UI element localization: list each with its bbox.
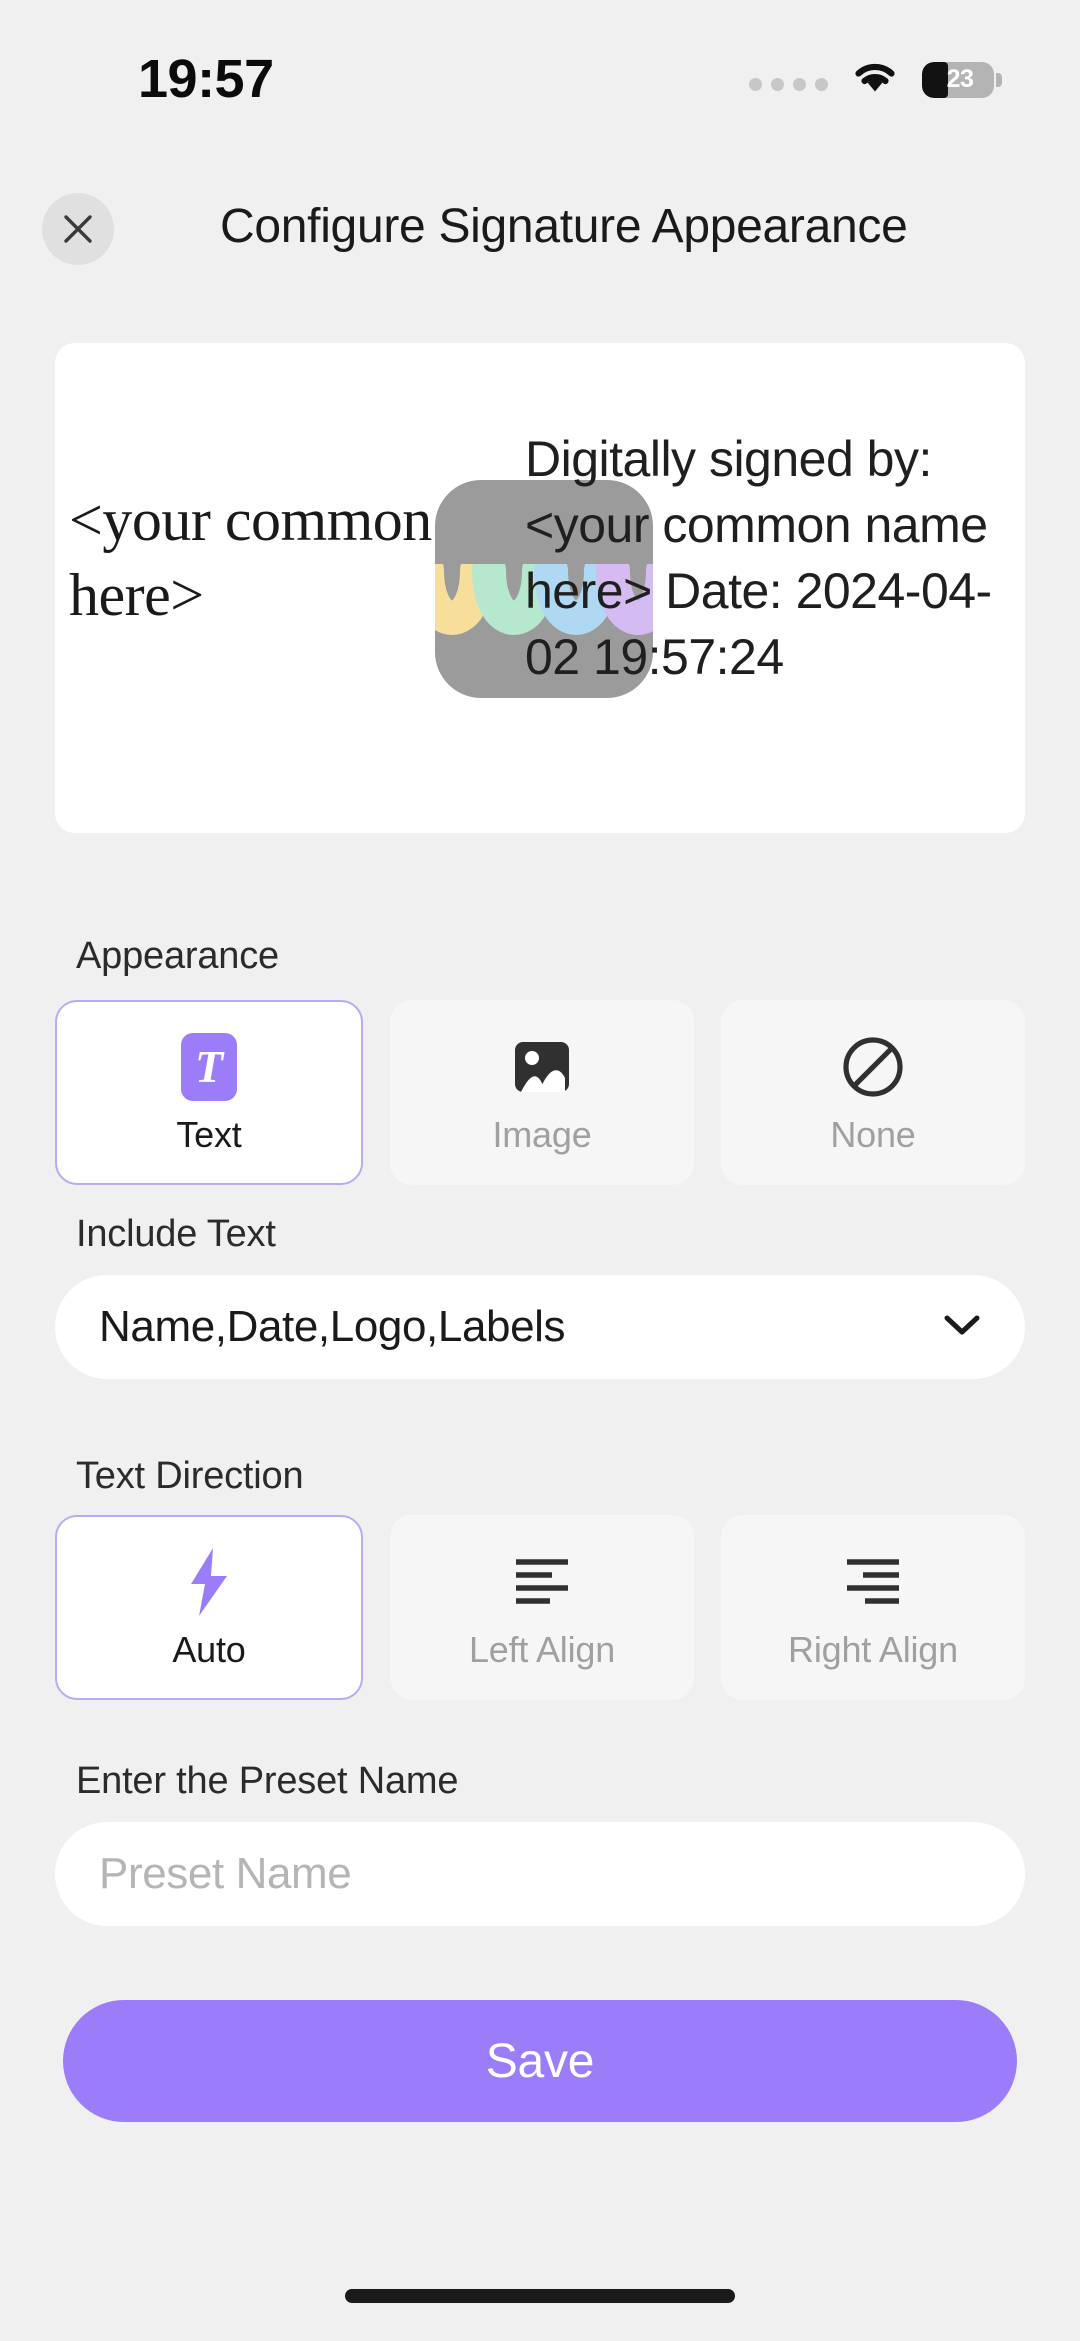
text-direction-option-right-align-label: Right Align <box>788 1628 958 1670</box>
app-screen: 19:57 23 Configure Signature Appearance … <box>0 0 1080 2341</box>
preset-name-input[interactable]: Preset Name <box>55 1822 1025 1926</box>
align-right-icon <box>843 1545 903 1619</box>
close-icon <box>61 212 95 246</box>
status-bar: 19:57 23 <box>0 0 1080 140</box>
lightning-bolt-icon <box>183 1545 235 1619</box>
page-title: Configure Signature Appearance <box>220 200 908 253</box>
battery-percent: 23 <box>946 65 974 93</box>
appearance-option-image-label: Image <box>492 1113 592 1155</box>
align-left-icon <box>512 1545 572 1619</box>
include-text-value: Name,Date,Logo,Labels <box>99 1302 566 1351</box>
image-icon <box>511 1030 573 1104</box>
text-direction-option-auto-label: Auto <box>172 1628 246 1670</box>
include-text-dropdown[interactable]: Name,Date,Logo,Labels <box>55 1275 1025 1379</box>
text-direction-option-right-align[interactable]: Right Align <box>721 1515 1025 1700</box>
text-direction-option-auto[interactable]: Auto <box>55 1515 363 1700</box>
save-button[interactable]: Save <box>63 2000 1017 2122</box>
signal-dots-icon <box>749 78 828 91</box>
wifi-icon <box>852 60 898 99</box>
text-direction-label: Text Direction <box>76 1455 304 1497</box>
home-indicator[interactable] <box>345 2289 735 2303</box>
include-text-label: Include Text <box>76 1213 276 1255</box>
save-button-label: Save <box>485 2034 595 2088</box>
appearance-label: Appearance <box>76 935 279 977</box>
status-indicators: 23 <box>749 60 1002 99</box>
text-direction-option-left-align-label: Left Align <box>468 1628 616 1670</box>
appearance-option-image[interactable]: Image <box>390 1000 694 1185</box>
battery-icon: 23 <box>922 61 1002 98</box>
appearance-option-none-label: None <box>830 1113 916 1155</box>
preset-name-label: Enter the Preset Name <box>76 1760 459 1802</box>
text-direction-option-left-align[interactable]: Left Align <box>390 1515 694 1700</box>
signature-details-text: Digitally signed by: <your common name h… <box>525 431 992 685</box>
appearance-option-none[interactable]: None <box>721 1000 1025 1185</box>
appearance-option-text-label: Text <box>176 1113 242 1155</box>
header-bar: Configure Signature Appearance <box>0 185 1080 305</box>
signature-preview-card: <your common name here> Digitally signed… <box>55 343 1025 833</box>
prohibited-icon <box>840 1030 906 1104</box>
appearance-options: T Text Image None <box>55 1000 1025 1185</box>
appearance-option-text[interactable]: T Text <box>55 1000 363 1185</box>
preset-name-placeholder: Preset Name <box>99 1849 352 1898</box>
text-direction-options: Auto Left Align Right Align <box>55 1515 1025 1700</box>
close-button[interactable] <box>42 193 114 265</box>
chevron-down-icon <box>943 1313 981 1342</box>
text-badge-icon: T <box>181 1030 237 1104</box>
status-time: 19:57 <box>138 49 274 109</box>
